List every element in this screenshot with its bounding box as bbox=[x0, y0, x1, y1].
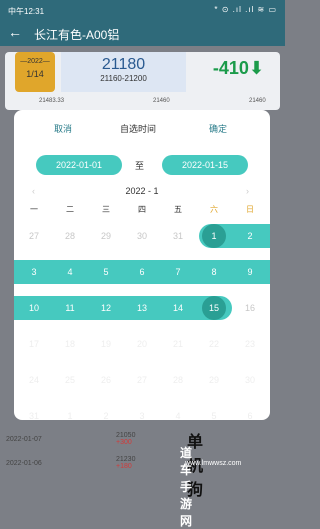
list-delta-0: +300 bbox=[116, 439, 132, 446]
day-cell[interactable]: 1 bbox=[52, 404, 88, 420]
status-time: 中午12:31 bbox=[8, 7, 45, 16]
day-cell[interactable]: 31 bbox=[16, 404, 52, 420]
day-cell[interactable]: 23 bbox=[232, 332, 268, 356]
day-cell[interactable]: 19 bbox=[88, 332, 124, 356]
day-cell[interactable]: 16 bbox=[232, 296, 268, 320]
weekday-mon: 一 bbox=[30, 205, 38, 214]
day-cell[interactable]: 27 bbox=[124, 368, 160, 392]
title-bar: ← 长江有色-A00铝 bbox=[0, 20, 285, 46]
day-cell[interactable]: 27 bbox=[16, 224, 52, 248]
confirm-button[interactable]: 确定 bbox=[209, 122, 227, 135]
list-value-1: 21230 bbox=[116, 456, 136, 463]
day-cell[interactable]: 6 bbox=[124, 260, 160, 284]
day-cell[interactable]: 9 bbox=[232, 260, 268, 284]
date-range-picker: 取消 自选时间 确定 2022-01-01 至 2022-01-15 ‹ 202… bbox=[14, 110, 270, 420]
start-date-field[interactable]: 2022-01-01 bbox=[36, 155, 122, 175]
price-range: 21160-21200 bbox=[100, 74, 147, 83]
page-title: 长江有色-A00铝 bbox=[34, 28, 120, 42]
back-arrow-icon[interactable]: ← bbox=[8, 24, 22, 40]
month-label: 2022 - 1 bbox=[125, 186, 159, 196]
status-bar: 中午12:31 * ⊙ .ıl .ıl ≋ ▭ bbox=[0, 0, 285, 20]
day-cell[interactable]: 29 bbox=[88, 224, 124, 248]
picker-title: 自选时间 bbox=[120, 124, 157, 134]
watermark-url: www.lmwwsz.com bbox=[185, 460, 242, 467]
weekday-sun: 日 bbox=[246, 205, 254, 214]
end-date-field[interactable]: 2022-01-15 bbox=[162, 155, 248, 175]
weekday-fri: 五 bbox=[174, 205, 182, 214]
change-value: -410 bbox=[212, 58, 249, 78]
day-cell[interactable]: 8 bbox=[196, 260, 232, 284]
day-cell[interactable]: 26 bbox=[88, 368, 124, 392]
day-cell[interactable]: 18 bbox=[52, 332, 88, 356]
badge-year: —2022— bbox=[20, 58, 50, 65]
day-cell[interactable]: 17 bbox=[16, 332, 52, 356]
range-separator: 至 bbox=[135, 161, 145, 171]
next-month-icon[interactable]: › bbox=[246, 186, 249, 196]
list-date-0: 2022-01-07 bbox=[6, 436, 42, 443]
day-cell[interactable]: 20 bbox=[124, 332, 160, 356]
day-cell[interactable]: 5 bbox=[88, 260, 124, 284]
day-cell[interactable]: 2 bbox=[232, 224, 268, 248]
sub-value-right: 21460 bbox=[249, 98, 266, 104]
price-change: -410⬇ bbox=[213, 58, 264, 79]
day-cell[interactable]: 25 bbox=[52, 368, 88, 392]
day-cell[interactable]: 7 bbox=[160, 260, 196, 284]
day-cell[interactable]: 13 bbox=[124, 296, 160, 320]
day-cell[interactable]: 4 bbox=[160, 404, 196, 420]
day-cell[interactable]: 4 bbox=[52, 260, 88, 284]
day-cell[interactable]: 11 bbox=[52, 296, 88, 320]
list-date-1: 2022-01-06 bbox=[6, 460, 42, 467]
day-cell[interactable]: 3 bbox=[124, 404, 160, 420]
day-cell[interactable]: 12 bbox=[88, 296, 124, 320]
list-values-1: 21230 +180 bbox=[116, 456, 135, 470]
summary-card: —2022— 1/14 21180 21160-21200 -410⬇ 2148… bbox=[5, 52, 280, 110]
day-cell[interactable]: 6 bbox=[232, 404, 268, 420]
weekday-tue: 二 bbox=[66, 205, 74, 214]
list-values-0: 21050 +300 bbox=[116, 432, 135, 446]
day-cell[interactable]: 3 bbox=[16, 260, 52, 284]
day-cell[interactable]: 2 bbox=[88, 404, 124, 420]
sub-value-left: 21483.33 bbox=[39, 98, 65, 104]
cancel-button[interactable]: 取消 bbox=[54, 122, 72, 135]
price-box: 21180 21160-21200 bbox=[61, 52, 186, 92]
list-value-0: 21050 bbox=[116, 432, 136, 439]
day-cell[interactable]: 22 bbox=[196, 332, 232, 356]
date-badge: —2022— 1/14 bbox=[15, 52, 55, 92]
day-cell[interactable]: 29 bbox=[196, 368, 232, 392]
price-value: 21180 bbox=[101, 56, 146, 73]
day-cell[interactable]: 30 bbox=[232, 368, 268, 392]
weekday-thu: 四 bbox=[138, 205, 146, 214]
down-arrow-icon: ⬇ bbox=[248, 58, 264, 78]
badge-date: 1/14 bbox=[26, 69, 44, 79]
day-cell[interactable]: 10 bbox=[16, 296, 52, 320]
weekday-wed: 三 bbox=[102, 205, 110, 214]
status-icons: * ⊙ .ıl .ıl ≋ ▭ bbox=[214, 5, 277, 14]
sub-value-mid: 21460 bbox=[153, 98, 170, 104]
day-cell[interactable]: 21 bbox=[160, 332, 196, 356]
day-cell[interactable]: 28 bbox=[160, 368, 196, 392]
weekday-sat: 六 bbox=[210, 205, 218, 214]
day-cell[interactable]: 14 bbox=[160, 296, 196, 320]
watermark-subtitle: 道车手游网 bbox=[180, 446, 193, 528]
day-cell[interactable]: 24 bbox=[16, 368, 52, 392]
day-cell[interactable]: 1 bbox=[196, 224, 232, 248]
day-cell[interactable]: 5 bbox=[196, 404, 232, 420]
day-cell[interactable]: 30 bbox=[124, 224, 160, 248]
day-cell[interactable]: 31 bbox=[160, 224, 196, 248]
day-cell[interactable]: 28 bbox=[52, 224, 88, 248]
list-delta-1: +180 bbox=[116, 463, 132, 470]
picker-header: 取消 自选时间 确定 bbox=[14, 120, 270, 138]
day-cell[interactable]: 15 bbox=[196, 296, 232, 320]
